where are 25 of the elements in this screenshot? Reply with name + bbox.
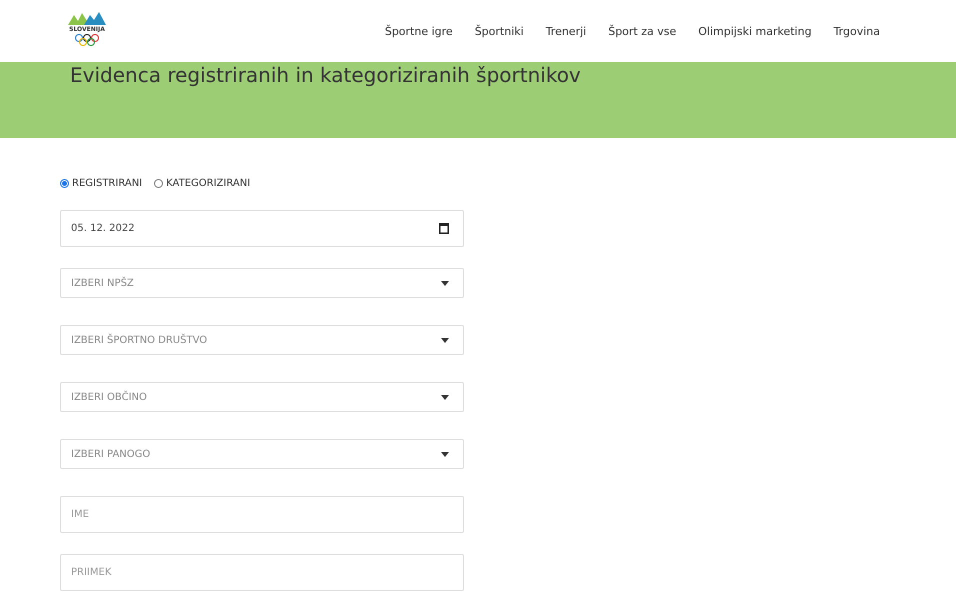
radio-icon[interactable] [154,179,164,188]
caret-icon[interactable] [441,338,449,342]
page-title: Evidenca registriranih in kategoriziranih športnikov [70,62,582,88]
olympic-rings-icon [74,34,100,46]
radio-option[interactable]: KATEGORIZIRANI [154,178,250,189]
mountains-logo-icon [68,10,106,24]
nav-link[interactable]: Šport za vse [608,24,676,38]
caret-icon[interactable] [441,280,449,286]
radio-icon[interactable] [60,179,69,188]
select-dropdown[interactable]: IZBERI PANOGO [60,439,464,469]
radio-option[interactable]: REGISTRIRANI [60,178,142,189]
caret-icon[interactable] [441,452,449,456]
select-dropdown[interactable]: IZBERI OBČINO [60,382,464,412]
nav-link[interactable]: Športne igre [384,24,453,38]
nav-link[interactable]: Trenerji [546,24,586,38]
nav-link[interactable]: Trgovina [834,24,880,38]
nav-link[interactable]: Športniki [474,24,524,38]
select-dropdown[interactable]: IZBERI NPŠZ [60,268,464,298]
nav-link[interactable]: Olimpijski marketing [698,24,812,38]
input-field[interactable]: PRIIMEK [60,554,464,591]
input-field[interactable]: IME [60,496,464,533]
select-dropdown[interactable]: IZBERI ŠPORTNO DRUŠTVO [60,325,464,355]
date-field[interactable]: 05. 12. 2022 [60,210,464,247]
caret-icon[interactable] [441,394,449,400]
calendar-icon[interactable] [439,223,449,234]
